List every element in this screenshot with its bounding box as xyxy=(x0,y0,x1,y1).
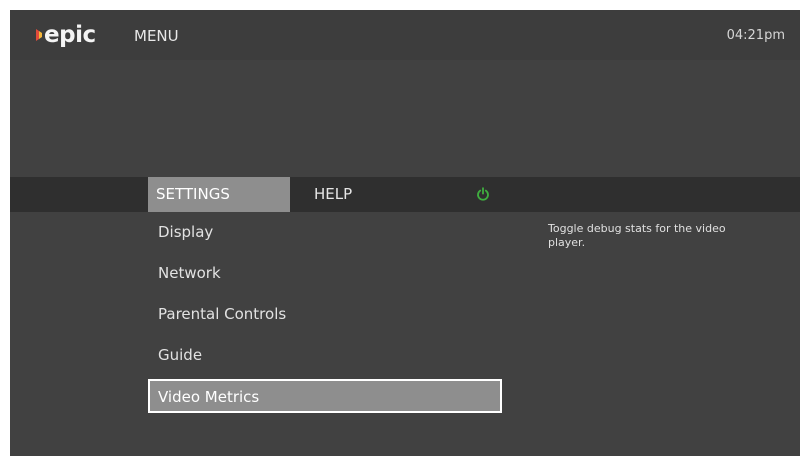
menu-item-network[interactable]: Network xyxy=(148,253,502,294)
settings-menu: Display Network Parental Controls Guide … xyxy=(148,212,502,413)
menu-item-video-metrics[interactable]: Video Metrics xyxy=(148,379,502,413)
app-screen: epic MENU 04:21pm SETTINGS HELP Display … xyxy=(10,10,800,456)
logo-text: epic xyxy=(44,22,96,48)
menu-item-parental-controls[interactable]: Parental Controls xyxy=(148,294,502,335)
menu-item-display[interactable]: Display xyxy=(148,212,502,253)
item-description: Toggle debug stats for the video player. xyxy=(548,222,726,249)
menu-item-guide[interactable]: Guide xyxy=(148,335,502,376)
tab-help[interactable]: HELP xyxy=(314,177,352,212)
tab-settings-label: SETTINGS xyxy=(156,185,230,203)
tab-settings[interactable]: SETTINGS xyxy=(148,177,290,212)
power-icon[interactable] xyxy=(476,187,490,201)
page-title: MENU xyxy=(134,27,179,45)
tab-bar: SETTINGS HELP xyxy=(10,177,800,212)
epic-logo: epic xyxy=(36,23,96,47)
tab-help-label: HELP xyxy=(314,185,353,203)
header-bar: epic MENU 04:21pm xyxy=(10,10,800,60)
clock: 04:21pm xyxy=(726,28,785,43)
epic-logo-icon xyxy=(36,28,42,42)
